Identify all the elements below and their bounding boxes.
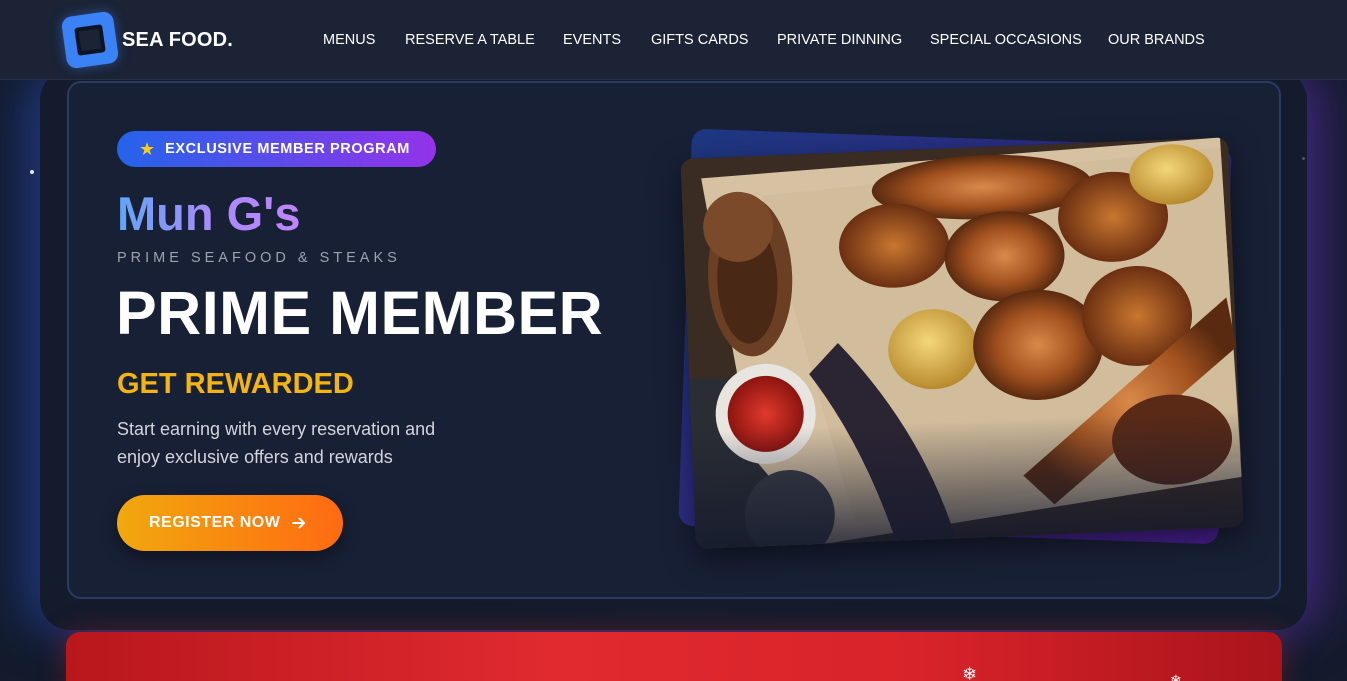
- holiday-promo-banner: ❄ ❄: [66, 632, 1282, 681]
- restaurant-subtitle: PRIME SEAFOOD & STEAKS: [117, 250, 401, 266]
- nav-item-reserve-a-table[interactable]: RESERVE A TABLE: [405, 32, 535, 48]
- hero-headline: PRIME MEMBER: [116, 279, 604, 347]
- arrow-right-icon: [290, 514, 308, 532]
- brand-name[interactable]: SEA FOOD.: [122, 29, 233, 52]
- register-now-button[interactable]: REGISTER NOW: [117, 495, 343, 551]
- square-logo-icon: [60, 10, 120, 70]
- star-icon: ★: [139, 139, 156, 159]
- decorative-dot: [1302, 157, 1305, 160]
- hero-card: ★ EXCLUSIVE MEMBER PROGRAM Mun G's PRIME…: [67, 81, 1281, 599]
- top-navbar: SEA FOOD. MENUS RESERVE A TABLE EVENTS G…: [0, 0, 1347, 80]
- nav-item-gift-cards[interactable]: GIFTS CARDS: [651, 32, 748, 48]
- grilled-meat-platter-image: [680, 137, 1244, 549]
- nav-item-menus[interactable]: MENUS: [323, 32, 375, 48]
- snowflake-icon: ❄: [962, 664, 978, 681]
- badge-label: EXCLUSIVE MEMBER PROGRAM: [165, 141, 410, 157]
- nav-item-special-occasions[interactable]: SPECIAL OCCASIONS: [930, 32, 1082, 48]
- decorative-dot: [30, 170, 34, 174]
- nav-item-private-dining[interactable]: PRIVATE DINNING: [777, 32, 902, 48]
- snowflake-icon: ❄: [1170, 672, 1182, 681]
- hero-description-line2: enjoy exclusive offers and rewards: [117, 447, 393, 467]
- nav-item-our-brands[interactable]: OUR BRANDS: [1108, 32, 1205, 48]
- nav-item-events[interactable]: EVENTS: [563, 32, 621, 48]
- restaurant-name: Mun G's: [117, 187, 301, 240]
- hero-tagline: GET REWARDED: [117, 368, 354, 400]
- hero-description-line1: Start earning with every reservation and: [117, 419, 436, 439]
- register-now-label: REGISTER NOW: [149, 514, 281, 531]
- member-program-badge: ★ EXCLUSIVE MEMBER PROGRAM: [117, 131, 436, 167]
